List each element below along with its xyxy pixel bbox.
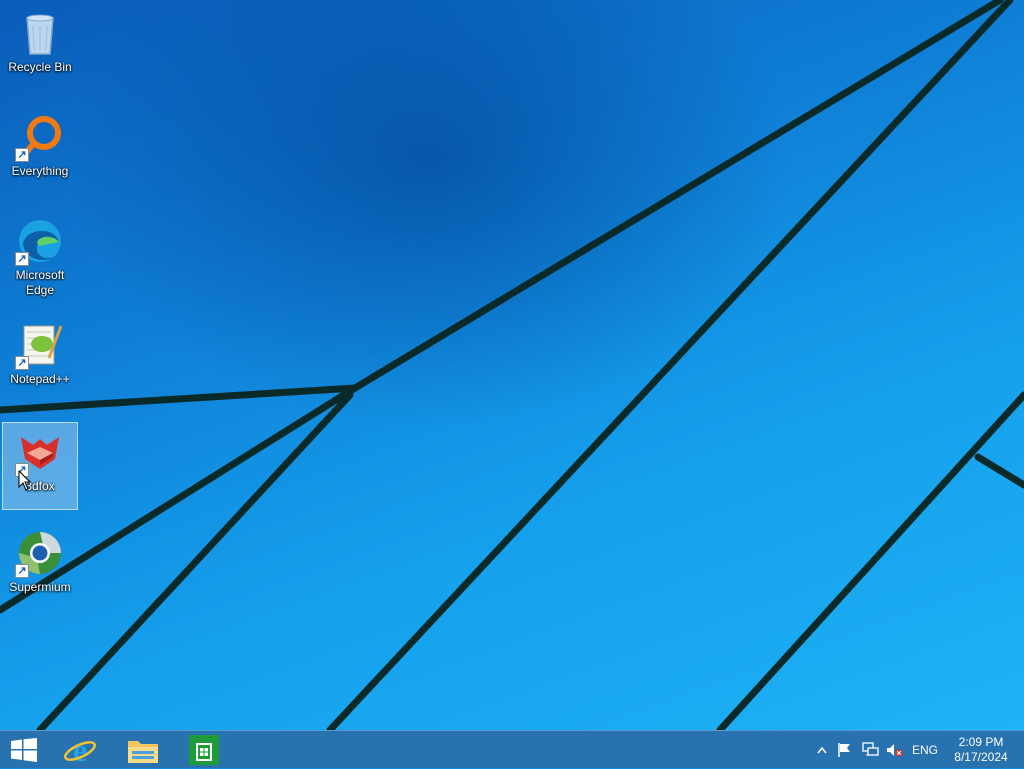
svg-text:e: e bbox=[73, 734, 87, 766]
desktop-icon-recycle-bin[interactable]: Recycle Bin bbox=[2, 4, 78, 92]
recycle-bin-icon bbox=[15, 8, 65, 58]
file-explorer-icon bbox=[128, 741, 158, 763]
store-icon bbox=[189, 735, 219, 765]
desktop-icon-supermium[interactable]: ↗ Supermium bbox=[2, 524, 78, 612]
notepadpp-icon: ↗ bbox=[15, 320, 65, 370]
taskbar-store[interactable] bbox=[182, 731, 226, 769]
desktop-icon-everything[interactable]: ↗ Everything bbox=[2, 108, 78, 196]
desktop-icon-label: Recycle Bin bbox=[8, 60, 72, 74]
clock-date: 8/17/2024 bbox=[954, 750, 1008, 764]
shortcut-arrow-icon: ↗ bbox=[15, 564, 29, 578]
taskbar-internet-explorer[interactable]: e bbox=[56, 731, 104, 769]
show-hidden-icons-chevron[interactable] bbox=[815, 741, 829, 759]
language-indicator[interactable]: ENG bbox=[912, 731, 938, 769]
taskbar-file-explorer[interactable] bbox=[118, 731, 168, 769]
desktop-icon-label: 3dfox bbox=[25, 479, 55, 493]
network-icon[interactable] bbox=[860, 741, 880, 759]
internet-explorer-icon: e bbox=[64, 734, 96, 766]
desktop-icon-label: Microsoft Edge bbox=[15, 268, 65, 297]
clock[interactable]: 2:09 PM 8/17/2024 bbox=[946, 735, 1016, 765]
desktop-icon-label: Supermium bbox=[9, 580, 71, 594]
start-button[interactable] bbox=[0, 731, 48, 769]
desktop-icon-label: Notepad++ bbox=[10, 372, 70, 386]
windows-start-icon bbox=[11, 738, 37, 762]
desktop-icon-notepadpp[interactable]: ↗ Notepad++ bbox=[2, 316, 78, 404]
volume-muted-icon[interactable] bbox=[884, 741, 904, 759]
supermium-icon: ↗ bbox=[15, 528, 65, 578]
desktop[interactable]: Recycle Bin ↗ Everything ↗ Microsoft Edg… bbox=[0, 0, 1024, 730]
shortcut-arrow-icon: ↗ bbox=[15, 148, 29, 162]
desktop-icon-label: Everything bbox=[11, 164, 69, 178]
shortcut-arrow-icon: ↗ bbox=[15, 356, 29, 370]
desktop-icon-3dfox[interactable]: ↗ 3dfox bbox=[2, 422, 78, 510]
mouse-cursor-icon bbox=[18, 470, 32, 491]
clock-time: 2:09 PM bbox=[958, 735, 1004, 749]
everything-icon: ↗ bbox=[15, 112, 65, 162]
desktop-icon-microsoft-edge[interactable]: ↗ Microsoft Edge bbox=[2, 212, 78, 300]
taskbar: e ENG 2:09 PM 8/17/2024 bbox=[0, 730, 1024, 768]
edge-icon: ↗ bbox=[15, 216, 65, 266]
wallpaper-lines bbox=[0, 0, 1024, 730]
shortcut-arrow-icon: ↗ bbox=[15, 252, 29, 266]
action-center-flag-icon[interactable] bbox=[836, 741, 854, 759]
